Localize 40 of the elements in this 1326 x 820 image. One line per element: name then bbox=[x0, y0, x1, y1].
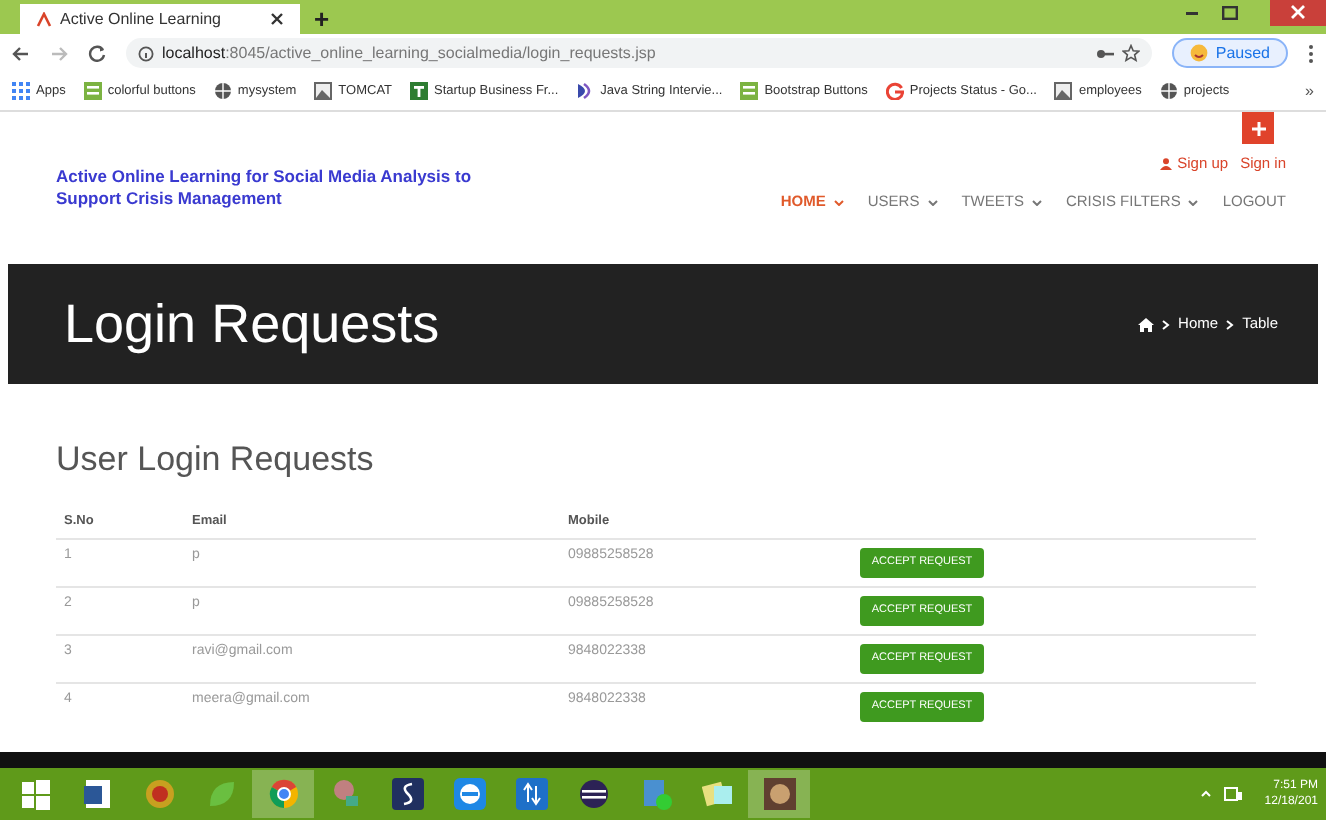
reload-icon bbox=[88, 44, 106, 62]
section-heading: User Login Requests bbox=[56, 438, 376, 482]
sheet-icon bbox=[83, 82, 102, 100]
close-icon bbox=[1270, 0, 1326, 26]
image-icon bbox=[1054, 82, 1073, 100]
g-letter-icon bbox=[885, 82, 904, 100]
chevron-icon bbox=[1226, 319, 1235, 329]
menu-icon bbox=[1308, 43, 1314, 63]
restore-icon bbox=[1222, 6, 1238, 20]
back-icon bbox=[12, 45, 30, 61]
info-icon bbox=[138, 45, 154, 61]
chevron-icon bbox=[1162, 319, 1171, 329]
windows-icon bbox=[19, 778, 51, 810]
site-icon bbox=[36, 11, 52, 27]
star-icon bbox=[1121, 44, 1140, 62]
site-title[interactable]: Active Online Learning for Social Media Analysis to Support Crisis Management bbox=[56, 166, 516, 210]
plus-icon bbox=[1251, 121, 1265, 135]
image-icon bbox=[314, 82, 333, 100]
tab-title: Active Online Learning bbox=[60, 7, 223, 31]
close-icon bbox=[270, 12, 284, 26]
chevron-icon bbox=[1200, 788, 1212, 800]
profile-button[interactable]: Paused bbox=[1171, 38, 1288, 68]
address-bar[interactable]: localhost:8045/active_online_learning_socialmedia/login_requests.jsp bbox=[126, 38, 1152, 68]
more-bookmarks-button[interactable]: » bbox=[1305, 79, 1314, 103]
globe-icon bbox=[1159, 82, 1178, 100]
new-tab-button[interactable]: + bbox=[314, 4, 330, 34]
sheet-icon bbox=[740, 82, 759, 100]
minimize-icon bbox=[1186, 11, 1198, 15]
globe-icon bbox=[213, 82, 232, 100]
network-icon bbox=[1224, 786, 1242, 802]
browser-tab[interactable]: Active Online Learning bbox=[20, 4, 300, 34]
user-icon bbox=[1159, 157, 1172, 170]
url-text: localhost:8045/active_online_learning_socialmedia/login_requests.jsp bbox=[162, 41, 656, 65]
letter-tile-icon bbox=[410, 82, 429, 100]
forward-icon bbox=[50, 45, 68, 61]
avatar-icon bbox=[1189, 44, 1208, 62]
key-icon bbox=[1095, 47, 1114, 59]
home-icon bbox=[1138, 317, 1155, 331]
apps-grid-icon bbox=[12, 82, 30, 100]
page-title: Login Requests bbox=[64, 291, 440, 358]
